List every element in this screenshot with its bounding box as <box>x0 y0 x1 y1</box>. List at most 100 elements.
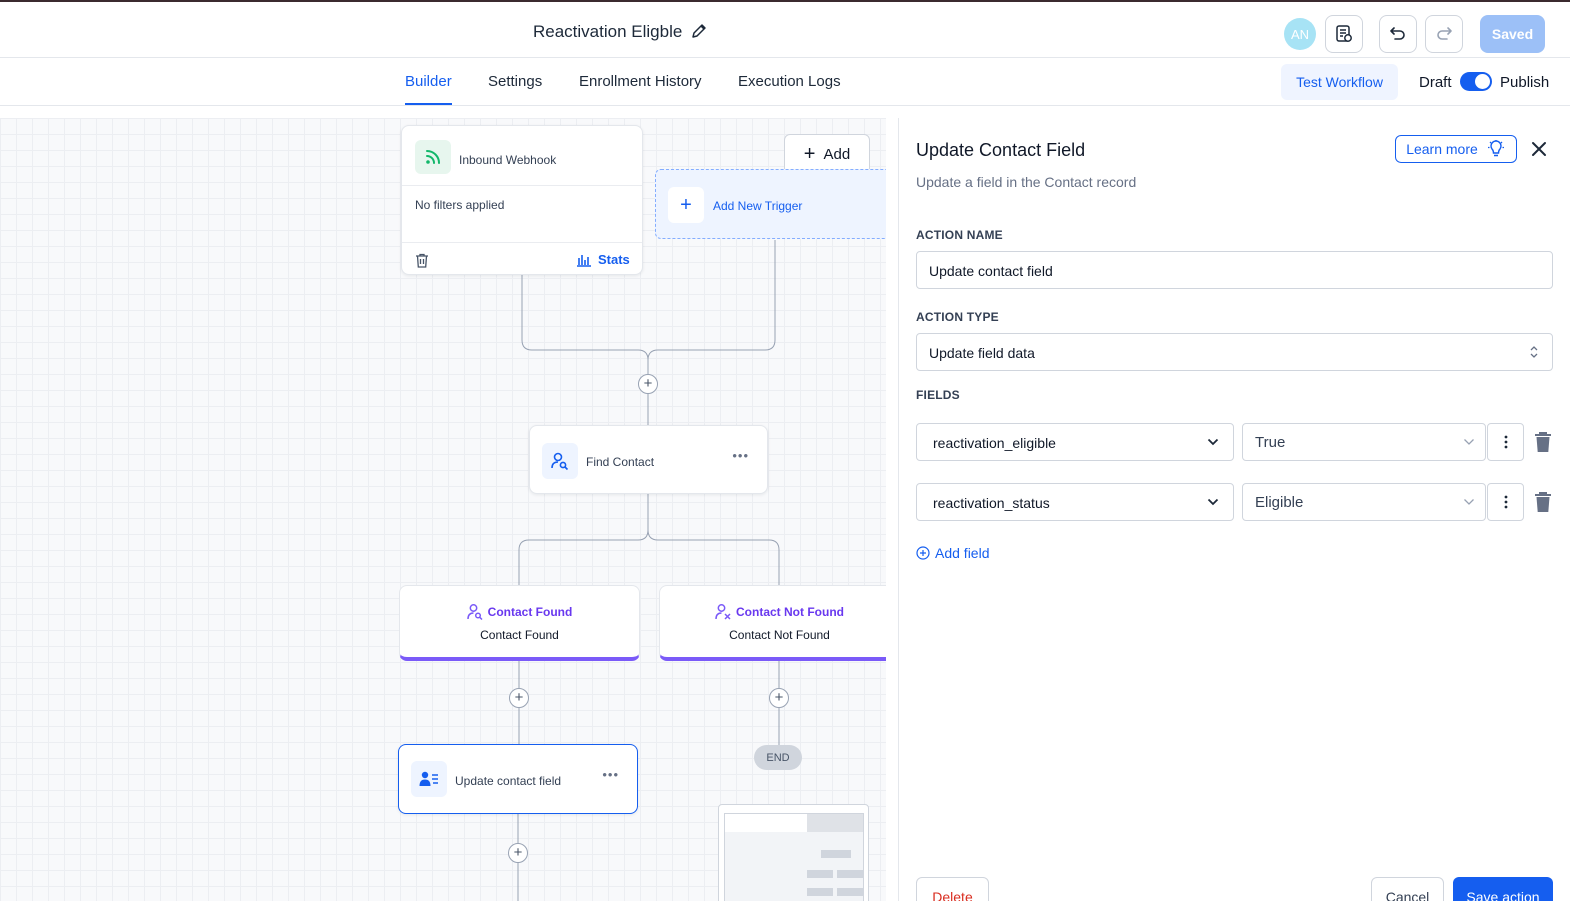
stats-label: Stats <box>598 252 630 267</box>
chevron-down-icon <box>1207 498 1219 506</box>
cancel-button[interactable]: Cancel <box>1371 877 1444 901</box>
trash-icon[interactable] <box>1534 431 1552 453</box>
add-new-trigger-card[interactable]: + Add New Trigger <box>655 169 886 239</box>
plus-icon: + <box>668 187 704 223</box>
contact-list-icon <box>411 761 447 797</box>
learn-more-label: Learn more <box>1406 141 1478 157</box>
more-options-icon[interactable]: ••• <box>602 767 619 782</box>
plus-circle-icon <box>916 546 930 560</box>
webhook-icon <box>415 140 451 174</box>
more-options-icon[interactable]: ••• <box>732 448 749 463</box>
find-contact-icon <box>542 443 578 479</box>
publish-toggle[interactable] <box>1460 72 1492 91</box>
trigger-filters-text: No filters applied <box>415 198 505 212</box>
field-value-select[interactable]: Eligible <box>1242 483 1486 521</box>
add-step-button[interactable]: + <box>508 843 528 863</box>
field-select[interactable]: reactivation_eligible <box>916 423 1234 461</box>
branch-title: Contact Found <box>400 603 639 620</box>
find-contact-label: Find Contact <box>586 455 655 469</box>
tab-execution-logs[interactable]: Execution Logs <box>738 73 841 90</box>
action-name-input[interactable]: Update contact field <box>916 251 1553 289</box>
test-workflow-button[interactable]: Test Workflow <box>1281 64 1398 100</box>
updown-chevron-icon <box>1530 346 1538 358</box>
minimap-nodes <box>725 814 863 896</box>
tab-enrollment-history[interactable]: Enrollment History <box>579 73 702 90</box>
saved-button[interactable]: Saved <box>1480 15 1545 53</box>
field-value-text: Eligible <box>1255 494 1304 511</box>
branch-contact-found[interactable]: Contact Found Contact Found <box>399 585 640 661</box>
minimap-viewport <box>724 813 864 901</box>
branch-contact-not-found[interactable]: Contact Not Found Contact Not Found <box>659 585 886 661</box>
field-select-value: reactivation_eligible <box>933 435 1056 451</box>
find-contact-node[interactable]: Find Contact ••• <box>529 425 768 494</box>
tab-bar: Builder Settings Enrollment History Exec… <box>0 58 1570 106</box>
trigger-name: Inbound Webhook <box>459 153 557 167</box>
chevron-down-icon <box>1207 438 1219 446</box>
panel-title: Update Contact Field <box>916 140 1086 160</box>
user-search-icon <box>466 604 483 620</box>
publish-label: Publish <box>1500 74 1550 91</box>
workflow-canvas[interactable]: Inbound Webhook No filters applied Stats… <box>0 118 886 901</box>
action-type-select[interactable]: Update field data <box>916 333 1553 371</box>
fields-label: FIELDS <box>916 388 960 402</box>
chevron-down-icon <box>1464 499 1474 505</box>
lightbulb-icon <box>1487 140 1504 157</box>
stats-link[interactable]: Stats <box>576 252 630 267</box>
trash-icon[interactable] <box>415 253 429 268</box>
bar-chart-icon <box>577 254 591 267</box>
plus-icon: + <box>803 143 816 165</box>
redo-button[interactable] <box>1425 15 1463 53</box>
panel-subtitle: Update a field in the Contact record <box>916 174 1137 190</box>
branch-title: Contact Not Found <box>660 603 886 620</box>
top-bar: Reactivation Eligble AN Saved <box>0 0 1570 58</box>
add-new-trigger-label: Add New Trigger <box>713 199 803 213</box>
update-node-label: Update contact field <box>455 774 562 788</box>
notes-button[interactable] <box>1325 15 1363 53</box>
kebab-icon <box>1504 435 1507 449</box>
field-options-button[interactable] <box>1487 483 1524 521</box>
add-field-link[interactable]: Add field <box>916 545 989 561</box>
action-config-panel: Update Contact Field Update a field in t… <box>898 118 1570 901</box>
branch-subtitle: Contact Found <box>480 628 559 642</box>
tab-builder[interactable]: Builder <box>405 73 452 90</box>
branch-title-text: Contact Found <box>487 604 573 619</box>
delete-button[interactable]: Delete <box>916 877 989 901</box>
close-icon[interactable] <box>1529 139 1549 159</box>
branch-title-text: Contact Not Found <box>736 604 844 619</box>
field-select-value: reactivation_status <box>933 495 1050 511</box>
trigger-card[interactable]: Inbound Webhook No filters applied Stats <box>401 125 643 275</box>
chevron-down-icon <box>1464 439 1474 445</box>
add-step-button[interactable]: + <box>509 688 529 708</box>
avatar[interactable]: AN <box>1284 18 1316 50</box>
field-value-select[interactable]: True <box>1242 423 1486 461</box>
add-trigger-button[interactable]: + Add <box>784 134 870 174</box>
kebab-icon <box>1504 495 1507 509</box>
branch-subtitle: Contact Not Found <box>729 628 830 642</box>
minimap[interactable] <box>718 804 869 901</box>
undo-icon <box>1390 27 1405 40</box>
add-step-button[interactable]: + <box>638 374 658 394</box>
end-marker: END <box>754 745 802 770</box>
workflow-title[interactable]: Reactivation Eligble <box>533 22 682 42</box>
pencil-icon[interactable] <box>690 22 708 40</box>
field-select[interactable]: reactivation_status <box>916 483 1234 521</box>
action-type-value: Update field data <box>929 345 1035 361</box>
add-step-button[interactable]: + <box>769 688 789 708</box>
trigger-card-header: Inbound Webhook <box>402 126 642 186</box>
learn-more-button[interactable]: Learn more <box>1395 135 1517 163</box>
draft-label: Draft <box>1419 74 1452 91</box>
action-type-label: ACTION TYPE <box>916 310 999 324</box>
trash-icon[interactable] <box>1534 491 1552 513</box>
tab-settings[interactable]: Settings <box>488 73 542 90</box>
save-action-button[interactable]: Save action <box>1453 877 1553 901</box>
field-options-button[interactable] <box>1487 423 1524 461</box>
add-field-label: Add field <box>935 545 990 561</box>
undo-button[interactable] <box>1379 15 1417 53</box>
update-contact-field-node[interactable]: Update contact field ••• <box>398 744 638 814</box>
document-settings-icon <box>1336 25 1352 42</box>
redo-icon <box>1437 27 1452 40</box>
trigger-card-footer: Stats <box>402 242 642 276</box>
action-name-label: ACTION NAME <box>916 228 1003 242</box>
active-tab-indicator <box>405 103 452 105</box>
user-x-icon <box>715 604 731 620</box>
